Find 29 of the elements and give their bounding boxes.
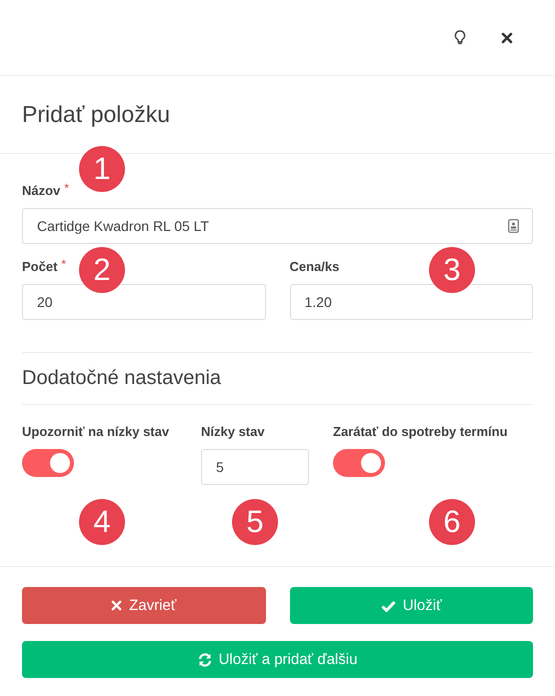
field-label: Cena/ks bbox=[290, 258, 340, 276]
dialog-title: Pridať položku bbox=[22, 101, 170, 128]
step-marker: 4 bbox=[79, 499, 125, 545]
toggle-label: Upozorniť na nízky stav bbox=[22, 423, 170, 441]
close-button[interactable]: Zavrieť bbox=[22, 587, 266, 624]
field-label: Nízky stav bbox=[201, 423, 265, 441]
text-input-field[interactable]: 5 bbox=[201, 449, 309, 485]
toggle-switch[interactable] bbox=[333, 449, 385, 477]
step-marker: 1 bbox=[79, 146, 125, 192]
section-title: Dodatočné nastavenia bbox=[22, 367, 222, 390]
text-input-field[interactable]: 1.20 bbox=[290, 284, 533, 320]
step-marker: 5 bbox=[232, 499, 278, 545]
step-marker: 3 bbox=[429, 247, 475, 293]
toggle-switch[interactable] bbox=[22, 449, 74, 477]
text-input-field[interactable]: 20 bbox=[22, 284, 266, 320]
close-icon bbox=[111, 600, 122, 611]
checkmark-icon bbox=[380, 600, 396, 612]
refresh-icon bbox=[198, 652, 212, 666]
step-marker: 2 bbox=[79, 247, 125, 293]
field-label: Názov bbox=[22, 182, 60, 200]
field-label: Počet bbox=[22, 258, 58, 276]
toggle-label: Zarátať do spotreby termínu bbox=[333, 423, 509, 441]
lightbulb-icon[interactable] bbox=[454, 30, 466, 46]
required-mark: * bbox=[64, 182, 69, 194]
text-input-field[interactable]: Cartidge Kwadron RL 05 LT bbox=[22, 208, 533, 244]
close-icon[interactable] bbox=[501, 32, 513, 44]
contact-card-icon bbox=[508, 219, 519, 233]
required-mark: * bbox=[61, 258, 66, 270]
step-marker: 6 bbox=[429, 499, 475, 545]
